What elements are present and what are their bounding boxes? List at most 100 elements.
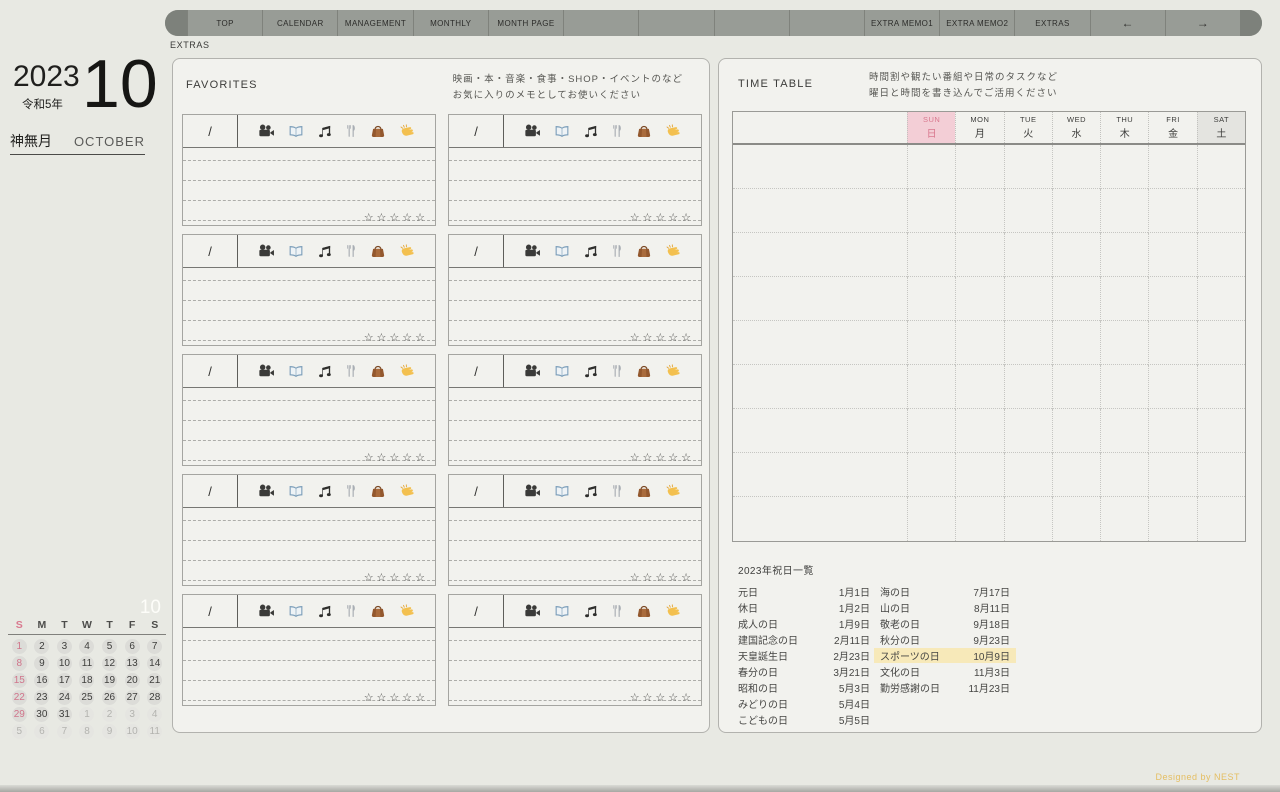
timetable-cell[interactable]	[955, 497, 1003, 541]
timetable-cell[interactable]	[1100, 189, 1149, 233]
mini-calendar-day[interactable]: 30	[34, 707, 50, 722]
mini-calendar-day[interactable]: 12	[102, 656, 118, 671]
timetable-cell[interactable]	[1051, 409, 1101, 453]
timetable-cell[interactable]	[1003, 189, 1052, 233]
mini-calendar-day[interactable]: 10	[124, 724, 140, 739]
timetable-cell[interactable]	[1148, 189, 1197, 233]
timetable-time-cell[interactable]	[733, 453, 907, 497]
mini-calendar-day[interactable]: 4	[147, 707, 163, 722]
mini-calendar-day[interactable]: 10	[56, 656, 72, 671]
timetable-cell[interactable]	[1148, 145, 1197, 189]
nav-tab-extra-memo1[interactable]: EXTRA MEMO1	[863, 10, 939, 36]
timetable-cell[interactable]	[1196, 365, 1245, 409]
favorite-rating-stars[interactable]: ☆☆☆☆☆	[630, 451, 694, 464]
timetable-cell[interactable]	[955, 365, 1004, 409]
timetable-cell[interactable]	[1100, 365, 1149, 409]
timetable-cell[interactable]	[1051, 233, 1101, 277]
timetable-cell[interactable]	[1100, 321, 1149, 365]
mini-calendar-day[interactable]: 6	[34, 724, 50, 739]
favorite-date-field[interactable]: /	[183, 115, 238, 147]
favorite-rating-stars[interactable]: ☆☆☆☆☆	[630, 691, 694, 704]
favorite-rating-stars[interactable]: ☆☆☆☆☆	[364, 691, 428, 704]
timetable-cell[interactable]	[955, 321, 1004, 365]
nav-tab-blank[interactable]	[638, 10, 713, 36]
timetable-cell[interactable]	[1148, 497, 1196, 541]
timetable-cell[interactable]	[1051, 453, 1101, 497]
favorite-rating-stars[interactable]: ☆☆☆☆☆	[364, 571, 428, 584]
favorite-date-field[interactable]: /	[183, 595, 238, 627]
timetable-cell[interactable]	[1051, 145, 1101, 189]
timetable-cell[interactable]	[1196, 233, 1245, 277]
nav-tab-calendar[interactable]: CALENDAR	[262, 10, 337, 36]
mini-calendar-day[interactable]: 5	[11, 724, 27, 739]
timetable-cell[interactable]	[1051, 497, 1100, 541]
mini-calendar-day[interactable]: 7	[147, 639, 163, 654]
timetable-cell[interactable]	[907, 453, 956, 497]
timetable-cell[interactable]	[1196, 277, 1245, 321]
timetable-cell[interactable]	[1003, 409, 1052, 453]
favorite-rating-stars[interactable]: ☆☆☆☆☆	[364, 451, 428, 464]
mini-calendar-day[interactable]: 3	[56, 639, 72, 654]
timetable-cell[interactable]	[1100, 497, 1148, 541]
timetable-time-cell[interactable]	[733, 409, 907, 453]
mini-calendar-day[interactable]: 11	[79, 656, 95, 671]
timetable-cell[interactable]	[907, 277, 956, 321]
favorite-rating-stars[interactable]: ☆☆☆☆☆	[364, 211, 428, 224]
timetable-cell[interactable]	[1148, 453, 1197, 497]
mini-calendar-day[interactable]: 26	[102, 690, 118, 705]
timetable-cell[interactable]	[1100, 277, 1149, 321]
timetable-cell[interactable]	[1100, 145, 1149, 189]
timetable-cell[interactable]	[1003, 497, 1052, 541]
favorite-date-field[interactable]: /	[183, 355, 238, 387]
timetable-time-cell[interactable]	[733, 277, 907, 321]
mini-calendar-day[interactable]: 8	[79, 724, 95, 739]
nav-tab-extra-memo2[interactable]: EXTRA MEMO2	[939, 10, 1014, 36]
mini-calendar-day[interactable]: 1	[11, 639, 27, 654]
favorite-date-field[interactable]: /	[449, 475, 504, 507]
timetable-cell[interactable]	[1003, 277, 1052, 321]
mini-calendar-day[interactable]: 2	[34, 639, 50, 654]
mini-calendar-day[interactable]: 2	[102, 707, 118, 722]
timetable-cell[interactable]	[1100, 453, 1149, 497]
mini-calendar-day[interactable]: 4	[79, 639, 95, 654]
mini-calendar-day[interactable]: 23	[34, 690, 50, 705]
nav-tab-extras[interactable]: EXTRAS	[1014, 10, 1089, 36]
mini-calendar-day[interactable]: 19	[102, 673, 118, 688]
mini-calendar-day[interactable]: 9	[34, 656, 50, 671]
timetable-cell[interactable]	[1051, 365, 1101, 409]
timetable-cell[interactable]	[907, 365, 956, 409]
timetable-cell[interactable]	[1051, 189, 1101, 233]
mini-calendar-day[interactable]: 13	[124, 656, 140, 671]
mini-calendar-day[interactable]: 14	[147, 656, 163, 671]
timetable-cell[interactable]	[907, 409, 956, 453]
timetable-cell[interactable]	[1003, 145, 1052, 189]
mini-calendar-day[interactable]: 6	[124, 639, 140, 654]
nav-tab-monthly[interactable]: MONTHLY	[412, 10, 488, 36]
mini-calendar-day[interactable]: 24	[56, 690, 72, 705]
mini-calendar-day[interactable]: 5	[102, 639, 118, 654]
mini-calendar-day[interactable]: 3	[124, 707, 140, 722]
timetable-cell[interactable]	[1051, 277, 1101, 321]
timetable-cell[interactable]	[907, 233, 956, 277]
nav-tab-blank[interactable]	[788, 10, 864, 36]
timetable-cell[interactable]	[1196, 145, 1245, 189]
timetable-cell[interactable]	[955, 277, 1004, 321]
timetable-time-cell[interactable]	[733, 233, 907, 277]
timetable-cell[interactable]	[1003, 321, 1052, 365]
mini-calendar-day[interactable]: 21	[147, 673, 163, 688]
mini-calendar-day[interactable]: 15	[11, 673, 27, 688]
mini-calendar-day[interactable]: 17	[56, 673, 72, 688]
nav-tab-month-page[interactable]: MONTH PAGE	[487, 10, 563, 36]
favorite-date-field[interactable]: /	[183, 475, 238, 507]
timetable-cell[interactable]	[907, 321, 956, 365]
mini-calendar-day[interactable]: 8	[11, 656, 27, 671]
timetable-cell[interactable]	[1148, 233, 1197, 277]
timetable-time-cell[interactable]	[733, 365, 907, 409]
mini-calendar-day[interactable]: 16	[34, 673, 50, 688]
nav-tab-blank[interactable]	[713, 10, 789, 36]
timetable-cell[interactable]	[1003, 365, 1052, 409]
nav-tab-management[interactable]: MANAGEMENT	[337, 10, 412, 36]
nav-tab-top[interactable]: TOP	[187, 10, 262, 36]
favorite-rating-stars[interactable]: ☆☆☆☆☆	[630, 331, 694, 344]
timetable-cell[interactable]	[1196, 321, 1245, 365]
